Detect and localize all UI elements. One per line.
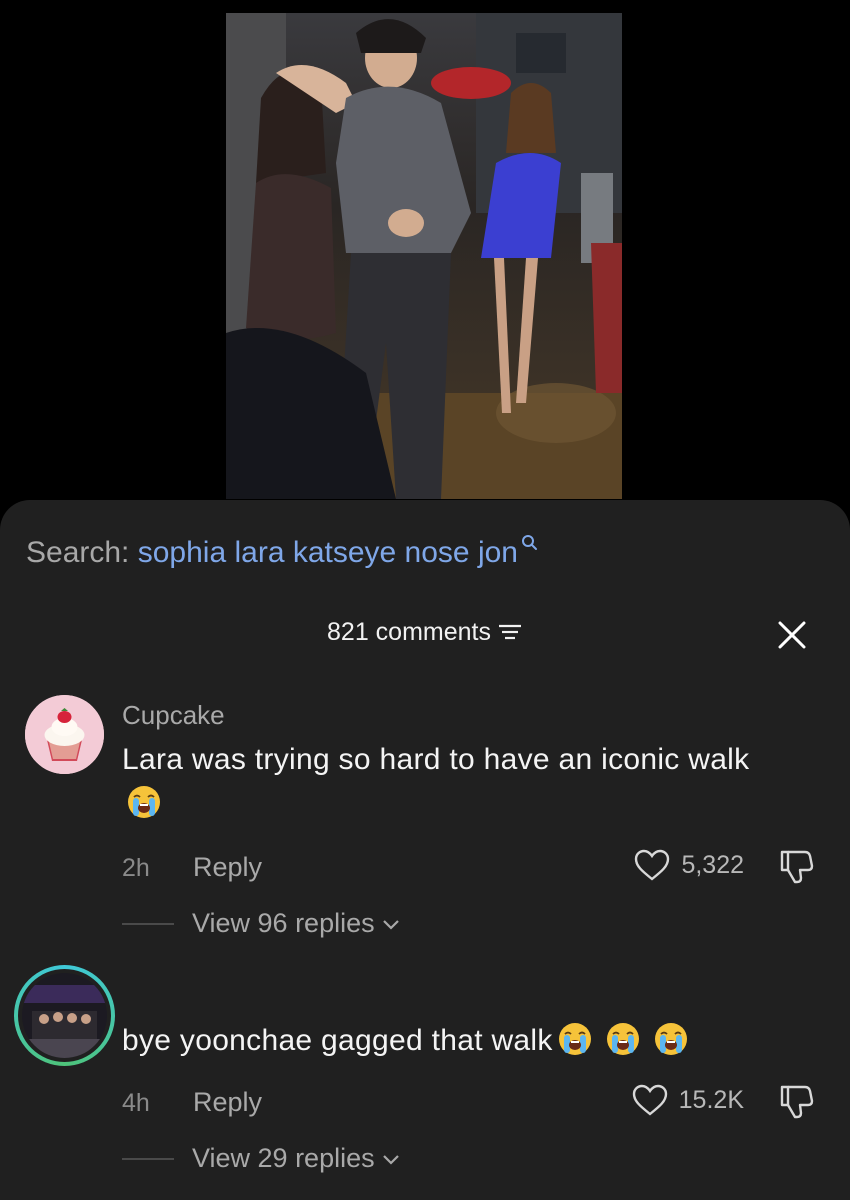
heart-icon <box>635 849 670 881</box>
comment-text-body: bye yoonchae gagged that walk <box>122 1024 553 1057</box>
avatar[interactable] <box>14 965 115 1066</box>
loudly-crying-face-icon <box>606 1023 639 1055</box>
cupcake-avatar-image <box>25 695 104 774</box>
dislike-icon[interactable] <box>776 1081 816 1121</box>
like-count: 15.2K <box>678 1085 744 1114</box>
close-icon[interactable] <box>775 618 809 652</box>
comment-time: 2h <box>122 854 150 882</box>
heart-icon <box>632 1084 667 1116</box>
comment-username[interactable]: Cupcake <box>122 700 225 731</box>
loudly-crying-face-icon <box>128 786 160 818</box>
avatar[interactable] <box>25 695 104 774</box>
loudly-crying-face-icon <box>654 1023 687 1055</box>
search-suggestion[interactable]: Search: sophia lara katseye nose jon <box>26 534 538 570</box>
comments-header: 821 comments <box>0 618 850 647</box>
avatar-ring-gap <box>18 969 111 1062</box>
dislike-icon[interactable] <box>776 846 816 886</box>
chevron-down-icon <box>382 1154 399 1165</box>
comments-count: 821 comments <box>327 618 491 646</box>
comment-text: bye yoonchae gagged that walk <box>122 1019 782 1063</box>
replies-divider <box>122 922 174 925</box>
comment-text-body: Lara was trying so hard to have an iconi… <box>122 743 750 776</box>
like-button[interactable]: 15.2K <box>631 1083 744 1117</box>
comment-time: 4h <box>122 1089 150 1117</box>
chevron-down-icon <box>382 919 399 930</box>
comment-text: Lara was trying so hard to have an iconi… <box>122 738 762 826</box>
search-icon[interactable] <box>520 534 538 552</box>
filter-icon[interactable] <box>497 622 523 642</box>
comments-sheet: Search: sophia lara katseye nose jon 821… <box>0 500 850 1200</box>
replies-divider <box>122 1157 174 1160</box>
like-count: 5,322 <box>681 850 744 879</box>
reply-button[interactable]: Reply <box>193 1087 262 1118</box>
reply-button[interactable]: Reply <box>193 852 262 883</box>
like-button[interactable]: 5,322 <box>633 848 744 882</box>
loudly-crying-face-icon <box>558 1023 591 1055</box>
group-photo-avatar-image <box>22 973 107 1058</box>
view-replies-button[interactable]: View 96 replies <box>122 908 401 939</box>
view-replies-button[interactable]: View 29 replies <box>122 1143 401 1174</box>
view-replies-label: View 96 replies <box>192 908 375 938</box>
search-label: Search: <box>26 536 130 569</box>
view-replies-label: View 29 replies <box>192 1143 375 1173</box>
video-scene-illustration <box>226 13 622 499</box>
video-area <box>0 0 850 520</box>
search-query-link[interactable]: sophia lara katseye nose jon <box>138 536 518 569</box>
video-thumbnail[interactable] <box>226 13 622 499</box>
